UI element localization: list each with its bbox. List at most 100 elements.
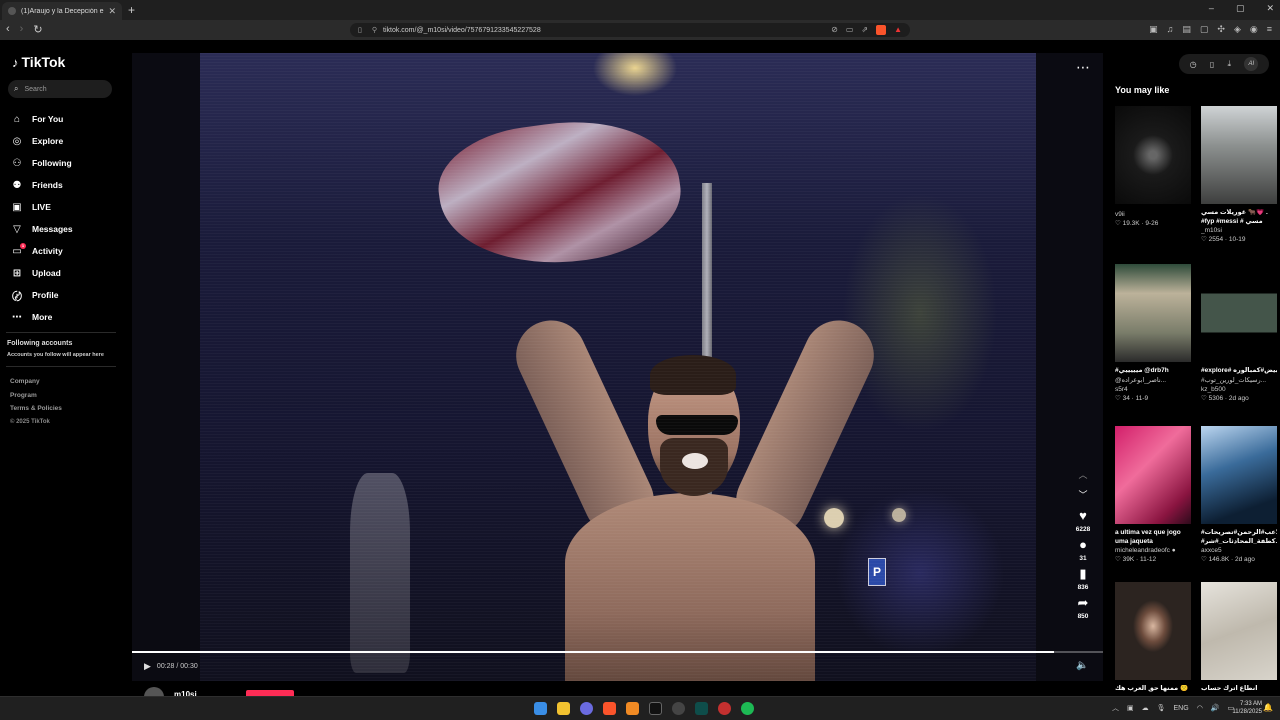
- mic-icon[interactable]: 🎙: [1157, 704, 1166, 712]
- rec-card[interactable]: #explore# ابيض#كمبالوره #رسيكات_لورين_تو…: [1201, 264, 1277, 404]
- chevron-down-icon[interactable]: ﹀: [1072, 488, 1094, 508]
- language-indicator[interactable]: ENG: [1174, 705, 1189, 712]
- following-icon: ⚇: [12, 157, 22, 169]
- autoscroll-icon[interactable]: ◷: [1190, 60, 1197, 69]
- rec-card[interactable]: #ميييييي @drb7h @ناصر_ابوعراده... s5r4 ♡…: [1115, 264, 1191, 404]
- url-bar[interactable]: ▯ ⚲ tiktok.com/@_m10si/video/75767912335…: [350, 23, 910, 37]
- sidebar-item-explore[interactable]: ◎ Explore: [10, 130, 73, 152]
- flag-pole: [702, 183, 712, 513]
- rec-card[interactable]: ممنها حق العرب هك 🙁: [1115, 582, 1191, 694]
- footer-link-company[interactable]: Company: [10, 378, 62, 392]
- sidebar-toggle-icon[interactable]: ▣: [1149, 24, 1158, 35]
- sidebar-item-label: Following: [32, 158, 72, 168]
- notification-bell-icon[interactable]: 🔔: [1263, 703, 1273, 712]
- browser-tab-bar: (1)Araujo y la Decepción en la C... ✕ + …: [0, 0, 1280, 20]
- start-windows-icon[interactable]: [534, 702, 547, 715]
- app-icon[interactable]: [580, 702, 593, 715]
- footer-link-terms[interactable]: Terms & Policies: [10, 405, 62, 419]
- search-input[interactable]: ⌕ Search: [8, 80, 112, 98]
- bookmark-icon[interactable]: ▯: [358, 26, 362, 34]
- sidebar-item-friends[interactable]: ⚉ Friends: [10, 174, 73, 196]
- rec-card[interactable]: v9ii ♡ 19.3K · 9-26: [1115, 106, 1191, 229]
- vpn-icon[interactable]: ◉: [1250, 24, 1258, 35]
- play-icon[interactable]: ▶: [144, 661, 151, 672]
- extensions-icon[interactable]: ✣: [1217, 24, 1225, 35]
- video-progress-bar[interactable]: [132, 651, 1103, 653]
- comment-button[interactable]: ● 31: [1072, 537, 1094, 562]
- chevron-up-icon[interactable]: ︿: [1072, 468, 1094, 488]
- video-player[interactable]: P ⋯ ▶ 00:28 / 00:30 🔈: [132, 53, 1103, 681]
- media-icon[interactable]: ♫: [1167, 24, 1174, 35]
- capcut-icon[interactable]: [649, 702, 662, 715]
- menu-icon[interactable]: ≡: [1267, 24, 1272, 35]
- cast-icon[interactable]: ▭: [846, 25, 854, 35]
- rec-card[interactable]: #الاعب#الرحمن#تصريحات #كطفة_المحادثات_#ش…: [1201, 426, 1277, 565]
- app-icon[interactable]: [626, 702, 639, 715]
- app-icon[interactable]: [672, 702, 685, 715]
- sidebar-item-following[interactable]: ⚇ Following: [10, 152, 73, 174]
- sidebar-item-live[interactable]: ▣ LIVE: [10, 196, 73, 218]
- save-button[interactable]: ▮ 836: [1072, 566, 1094, 591]
- tray-chevron-icon[interactable]: ︿: [1112, 703, 1119, 713]
- rec-thumbnail: [1115, 106, 1191, 204]
- reload-icon[interactable]: ↻: [33, 23, 42, 36]
- copyright: © 2025 TikTok: [10, 418, 50, 425]
- forward-arrow-icon[interactable]: ›: [20, 23, 24, 36]
- rec-thumbnail: [1115, 264, 1191, 362]
- share-icon[interactable]: ⇗: [861, 25, 868, 35]
- tiktok-logo[interactable]: ♪ TikTok: [12, 54, 65, 70]
- right-panel: ◷ ▯ ⤓ AI You may like v9ii ♡ 19.3K · 9-2…: [1103, 40, 1280, 696]
- street-lamp: [824, 508, 844, 528]
- rec-card[interactable]: غوريلات مسي 🐂💗 . #fyp #messi # مسي _m10s…: [1201, 106, 1277, 245]
- wifi-icon[interactable]: ◠: [1197, 704, 1203, 712]
- app-icon[interactable]: [741, 702, 754, 715]
- volume-icon[interactable]: 🔈: [1076, 660, 1088, 671]
- terminal-icon[interactable]: [695, 702, 708, 715]
- sidebar-item-more[interactable]: ⋯ More: [10, 306, 73, 328]
- waving-flag: [431, 106, 689, 280]
- share-button[interactable]: ➦ 850: [1072, 595, 1094, 620]
- app-icon[interactable]: [718, 702, 731, 715]
- tray-app-icon[interactable]: ▣: [1127, 704, 1134, 712]
- rec-caption: #الاعب#الرحمن#تصريحات: [1201, 529, 1277, 536]
- reading-list-icon[interactable]: ▤: [1182, 24, 1191, 35]
- footer-link-program[interactable]: Program: [10, 392, 62, 406]
- clock[interactable]: 7:33 AM 11/28/2025: [1224, 700, 1262, 716]
- new-tab-button[interactable]: +: [128, 3, 135, 17]
- sidebar-item-messages[interactable]: ▽ Messages: [10, 218, 73, 240]
- tab-search-icon[interactable]: ▢: [1200, 24, 1209, 35]
- rec-caption: انطاع اترك حساب: [1201, 685, 1258, 692]
- sidebar-item-upload[interactable]: ⊞ Upload: [10, 262, 73, 284]
- close-window-button[interactable]: ✕: [1266, 3, 1274, 14]
- minimize-button[interactable]: –: [1209, 3, 1214, 14]
- cloud-icon[interactable]: ☁: [1142, 704, 1149, 712]
- download-icon[interactable]: ⤓: [1228, 59, 1232, 69]
- tab-close-icon[interactable]: ✕: [108, 6, 116, 17]
- back-arrow-icon[interactable]: ‹: [6, 23, 10, 36]
- rec-caption-2: uma jaqueta: [1115, 537, 1153, 545]
- search-icon: ⌕: [14, 84, 19, 93]
- ai-assistant-icon[interactable]: AI: [1244, 57, 1259, 71]
- site-info-icon[interactable]: ⚲: [372, 26, 377, 34]
- file-explorer-icon[interactable]: [557, 702, 570, 715]
- mini-player-icon[interactable]: ▯: [1210, 60, 1214, 69]
- rewards-icon[interactable]: ▲: [894, 25, 902, 35]
- wallet-icon[interactable]: ◈: [1234, 24, 1241, 35]
- rec-card[interactable]: انطاع اترك حساب: [1201, 582, 1277, 694]
- rec-user: _m10si: [1201, 227, 1222, 234]
- rec-caption: #ميييييي @drb7h: [1115, 367, 1169, 374]
- sidebar-item-activity[interactable]: ▭ 1 Activity: [10, 240, 73, 262]
- sidebar-item-profile[interactable]: 〄 Profile: [10, 284, 73, 306]
- browser-tab[interactable]: (1)Araujo y la Decepción en la C... ✕: [2, 2, 122, 20]
- speaker-icon[interactable]: 🔊: [1211, 704, 1220, 712]
- brave-browser-icon[interactable]: [603, 702, 616, 715]
- maximize-button[interactable]: ▢: [1236, 3, 1245, 14]
- mute-icon[interactable]: ⊘: [831, 25, 838, 35]
- video-actions: ︿ ﹀ ♥ 6228 ● 31 ▮ 836 ➦ 850: [1072, 468, 1094, 624]
- rec-card[interactable]: a ultima vez que jogo uma jaqueta michel…: [1115, 426, 1191, 565]
- like-button[interactable]: ♥ 6228: [1072, 508, 1094, 533]
- logo-text: TikTok: [21, 54, 66, 70]
- sidebar-item-for-you[interactable]: ⌂ For You: [10, 108, 73, 130]
- brave-shields-icon[interactable]: [876, 25, 887, 35]
- more-options-icon[interactable]: ⋯: [1076, 59, 1091, 76]
